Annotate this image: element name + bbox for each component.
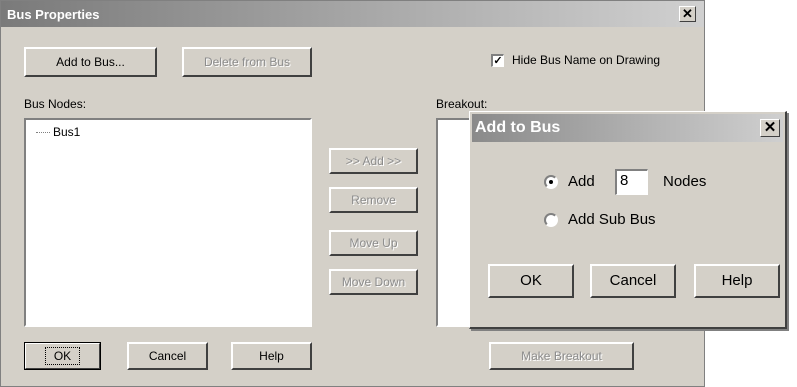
delete-from-bus-button[interactable]: Delete from Bus <box>182 47 312 77</box>
move-down-label: Move Down <box>341 275 406 289</box>
add-radio-label: Add <box>568 173 595 190</box>
add-to-bus-title-bar: Add to Bus ✕ <box>472 114 783 142</box>
cancel-label: Cancel <box>148 349 187 363</box>
remove-button[interactable]: Remove <box>329 187 418 213</box>
add-node-label: >> Add >> <box>345 154 402 168</box>
add-to-bus-label: Add to Bus... <box>56 55 125 69</box>
add-to-bus-cancel-button[interactable]: Cancel <box>590 264 676 298</box>
add-to-bus-button[interactable]: Add to Bus... <box>24 47 157 77</box>
checkmark-icon: ✓ <box>493 55 503 67</box>
hide-bus-name-checkbox[interactable]: ✓ <box>491 54 504 67</box>
tree-connector-icon <box>36 132 50 134</box>
help-button[interactable]: Help <box>231 342 312 370</box>
make-breakout-button[interactable]: Make Breakout <box>489 342 634 370</box>
move-down-button[interactable]: Move Down <box>329 269 418 295</box>
ok-button[interactable]: OK <box>24 342 101 370</box>
add-to-bus-cancel-label: Cancel <box>609 272 657 289</box>
nodes-label: Nodes <box>663 173 707 190</box>
add-to-bus-close-button[interactable]: ✕ <box>760 119 780 137</box>
add-sub-bus-radio[interactable] <box>544 213 558 227</box>
breakout-label: Breakout: <box>436 97 488 111</box>
bus-nodes-list[interactable]: Bus1 <box>24 118 312 327</box>
add-to-bus-help-button[interactable]: Help <box>694 264 780 298</box>
add-to-bus-ok-label: OK <box>520 272 542 289</box>
radio-selected-dot <box>549 180 553 184</box>
add-to-bus-ok-button[interactable]: OK <box>488 264 574 298</box>
move-up-label: Move Up <box>349 236 398 250</box>
add-node-button[interactable]: >> Add >> <box>329 148 418 174</box>
cancel-button[interactable]: Cancel <box>127 342 208 370</box>
node-count-input[interactable]: 8 <box>615 169 648 195</box>
tree-item-label: Bus1 <box>53 125 81 139</box>
title-bar: Bus Properties ✕ <box>1 1 704 27</box>
add-to-bus-help-label: Help <box>721 272 753 289</box>
help-label: Help <box>259 349 284 363</box>
add-to-bus-title: Add to Bus <box>475 119 561 136</box>
move-up-button[interactable]: Move Up <box>329 230 418 256</box>
tree-item-bus1[interactable]: Bus1 <box>36 125 80 139</box>
add-to-bus-dialog: Add to Bus ✕ Add 8 Nodes Add Sub Bus OK … <box>469 111 787 329</box>
delete-from-bus-label: Delete from Bus <box>203 55 291 69</box>
dialog-title: Bus Properties <box>7 7 100 22</box>
hide-bus-name-label: Hide Bus Name on Drawing <box>512 53 661 67</box>
close-button[interactable]: ✕ <box>679 6 696 22</box>
close-icon: ✕ <box>763 119 777 136</box>
add-nodes-radio[interactable] <box>544 175 558 189</box>
bus-nodes-label: Bus Nodes: <box>24 97 87 111</box>
add-sub-bus-label: Add Sub Bus <box>568 211 656 228</box>
node-count-value: 8 <box>620 172 629 189</box>
close-icon: ✕ <box>682 6 693 21</box>
ok-label: OK <box>44 347 81 365</box>
make-breakout-label: Make Breakout <box>521 349 602 363</box>
remove-label: Remove <box>351 193 396 207</box>
